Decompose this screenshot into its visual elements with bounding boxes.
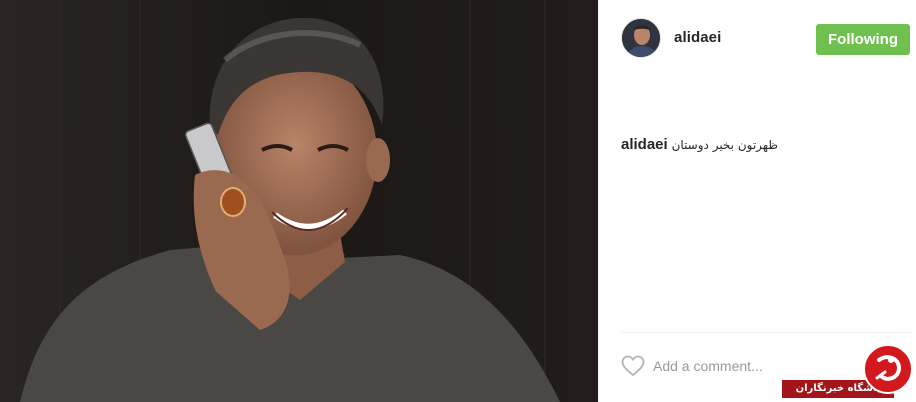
post-header: alidaei Following (621, 18, 911, 60)
caption-username[interactable]: alidaei (621, 136, 668, 153)
like-heart-icon[interactable] (621, 355, 645, 377)
photo-illustration (0, 0, 598, 402)
caption-text: ظهرتون بخیر دوستان (671, 138, 778, 152)
post-side-panel: alidaei Following alidaei ظهرتون بخیر دو… (598, 0, 916, 402)
username-link[interactable]: alidaei (674, 29, 721, 46)
post-caption: alidaei ظهرتون بخیر دوستان (621, 136, 891, 153)
add-comment-input[interactable] (653, 352, 813, 380)
divider (621, 332, 911, 333)
avatar-image (622, 19, 660, 57)
post-photo (0, 0, 598, 402)
watermark-logo-icon (863, 344, 913, 394)
avatar[interactable] (621, 18, 661, 58)
following-button[interactable]: Following (816, 24, 910, 55)
